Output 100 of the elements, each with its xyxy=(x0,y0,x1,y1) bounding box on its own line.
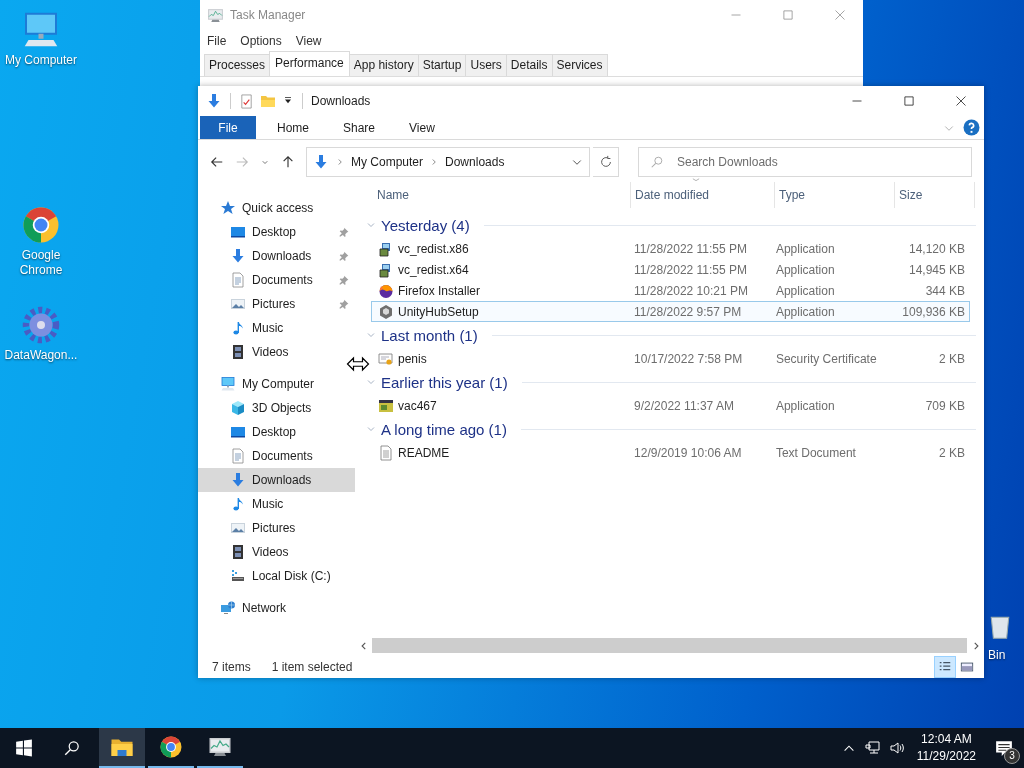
refresh-icon xyxy=(598,155,613,169)
breadcrumb-item[interactable]: Downloads xyxy=(445,155,505,169)
file-row[interactable]: vac467 9/2/2022 11:37 AM Application 709 KB xyxy=(371,395,970,416)
document-icon xyxy=(230,448,246,464)
tab[interactable]: Users xyxy=(465,54,507,76)
drive-icon xyxy=(230,568,246,584)
table-cell-text: 10/17/2022 7:58 PM xyxy=(633,351,744,366)
taskbar-app-button[interactable] xyxy=(99,728,145,768)
tab[interactable]: Processes xyxy=(204,54,271,76)
refresh-button[interactable] xyxy=(593,147,619,177)
file-row[interactable]: README 12/9/2019 10:06 AM Text Document 2 KB xyxy=(371,442,970,463)
pin-icon xyxy=(338,274,349,286)
nav-item[interactable]: 3D Objects xyxy=(198,396,355,420)
chrome-icon[interactable] xyxy=(21,205,61,245)
file-name: penis xyxy=(398,351,427,366)
nav-item[interactable]: Network xyxy=(198,596,355,620)
nav-item[interactable]: Music xyxy=(198,492,355,516)
file-row[interactable]: vc_redist.x86 11/28/2022 11:55 PM Application 14,120 KB xyxy=(371,238,970,259)
table-cell-text: Security Certificate xyxy=(774,351,878,366)
nav-item[interactable]: Documents xyxy=(198,268,355,292)
back-arrow-icon[interactable] xyxy=(210,155,224,169)
window-title: Task Manager xyxy=(230,8,306,22)
breadcrumb-item[interactable]: My Computer xyxy=(351,155,424,169)
status-text: 7 items xyxy=(212,660,251,674)
table-cell-text: 14,945 KB xyxy=(907,262,966,277)
column-header[interactable]: Date modified xyxy=(631,182,775,208)
nav-item[interactable]: Quick access xyxy=(198,196,355,220)
ribbon-tab[interactable]: Home xyxy=(264,120,322,135)
group-header[interactable]: Yesterday (4) xyxy=(381,216,470,234)
menu-item[interactable]: View xyxy=(295,34,322,48)
table-cell-text: Application xyxy=(774,262,836,277)
file-row[interactable]: Firefox Installer 11/28/2022 10:21 PM Application 344 KB xyxy=(371,280,970,301)
table-cell-text: Application xyxy=(774,283,836,298)
gear-icon[interactable] xyxy=(21,305,61,345)
computer-icon xyxy=(220,376,236,392)
table-cell-text: 14,120 KB xyxy=(907,241,966,256)
task-manager-icon xyxy=(207,6,224,24)
file-name: Firefox Installer xyxy=(398,283,481,298)
nav-item[interactable]: Downloads xyxy=(198,244,355,268)
column-header[interactable]: Type xyxy=(775,182,895,208)
tab[interactable]: App history xyxy=(348,54,419,76)
tab[interactable]: Services xyxy=(551,54,608,76)
program-icon xyxy=(378,397,394,414)
checklist-icon[interactable] xyxy=(239,93,254,109)
table-cell-text: 109,936 KB xyxy=(901,304,966,319)
menu-item[interactable]: File xyxy=(207,34,227,48)
file-tab[interactable]: File xyxy=(200,116,256,139)
table-cell-text: Application xyxy=(774,398,836,413)
film-icon xyxy=(230,544,246,560)
desktop-icon xyxy=(230,224,246,240)
details-view-button[interactable] xyxy=(934,656,956,678)
pin-icon xyxy=(338,226,349,238)
tab[interactable]: Startup xyxy=(417,54,467,76)
nav-item[interactable]: Videos xyxy=(198,540,355,564)
download-arrow-icon xyxy=(230,248,246,264)
nav-item[interactable]: Desktop xyxy=(198,220,355,244)
scrollbar-thumb[interactable] xyxy=(372,638,967,653)
nav-item[interactable]: Documents xyxy=(198,444,355,468)
file-row[interactable]: penis 10/17/2022 7:58 PM Security Certificate 2 KB xyxy=(371,348,970,369)
nav-item[interactable]: Music xyxy=(198,316,355,340)
file-row[interactable]: vc_redist.x64 11/28/2022 11:55 PM Application 14,945 KB xyxy=(371,259,970,280)
table-cell-text: 11/28/2022 9:57 PM xyxy=(633,304,743,319)
file-name: vc_redist.x86 xyxy=(398,241,469,256)
nav-item[interactable]: Local Disk (C:) xyxy=(198,564,355,588)
large-icons-view-icon xyxy=(960,660,974,674)
notification-count-badge: 3 xyxy=(1004,748,1020,764)
menu-item[interactable]: Options xyxy=(240,34,282,48)
tab[interactable]: Details xyxy=(505,54,553,76)
column-header[interactable]: Size xyxy=(895,182,975,208)
nav-item[interactable]: Videos xyxy=(198,340,355,364)
clock-date[interactable]: 11/29/2022 xyxy=(916,748,976,765)
film-icon xyxy=(230,344,246,360)
group-header[interactable]: Last month (1) xyxy=(381,326,478,344)
column-header[interactable]: Name xyxy=(373,182,631,208)
group-header[interactable]: A long time ago (1) xyxy=(381,420,507,438)
ribbon-tab[interactable]: Share xyxy=(330,120,389,135)
status-text: 1 item selected xyxy=(271,660,353,674)
table-cell-text: 11/28/2022 10:21 PM xyxy=(633,283,749,298)
ribbon-tab[interactable]: View xyxy=(396,120,448,135)
up-arrow-icon[interactable] xyxy=(281,155,295,169)
desktop-icon-label[interactable]: Bin xyxy=(988,648,1006,663)
help-icon[interactable] xyxy=(963,119,980,136)
pin-icon xyxy=(338,298,349,310)
group-header[interactable]: Earlier this year (1) xyxy=(381,373,508,391)
nav-item[interactable]: Desktop xyxy=(198,420,355,444)
file-row[interactable]: UnityHubSetup 11/28/2022 9:57 PM Application 109,936 KB xyxy=(371,301,970,322)
table-cell-text: 11/28/2022 11:55 PM xyxy=(633,262,749,277)
address-bar[interactable]: My Computer Downloads xyxy=(306,147,590,177)
clock-time[interactable]: 12:04 AM xyxy=(921,731,972,748)
nav-item[interactable]: My Computer xyxy=(198,372,355,396)
speaker-icon[interactable] xyxy=(888,740,905,756)
nav-item[interactable]: Downloads xyxy=(198,468,355,492)
maximize-icon xyxy=(903,95,915,107)
table-cell-text: 11/28/2022 11:55 PM xyxy=(633,241,749,256)
table-cell-text: Application xyxy=(774,304,836,319)
nav-item[interactable]: Pictures xyxy=(198,292,355,316)
file-name: UnityHubSetup xyxy=(398,304,479,319)
nav-item[interactable]: Pictures xyxy=(198,516,355,540)
network-monitor-icon[interactable] xyxy=(864,740,881,756)
search-field[interactable]: Search Downloads xyxy=(638,147,972,177)
